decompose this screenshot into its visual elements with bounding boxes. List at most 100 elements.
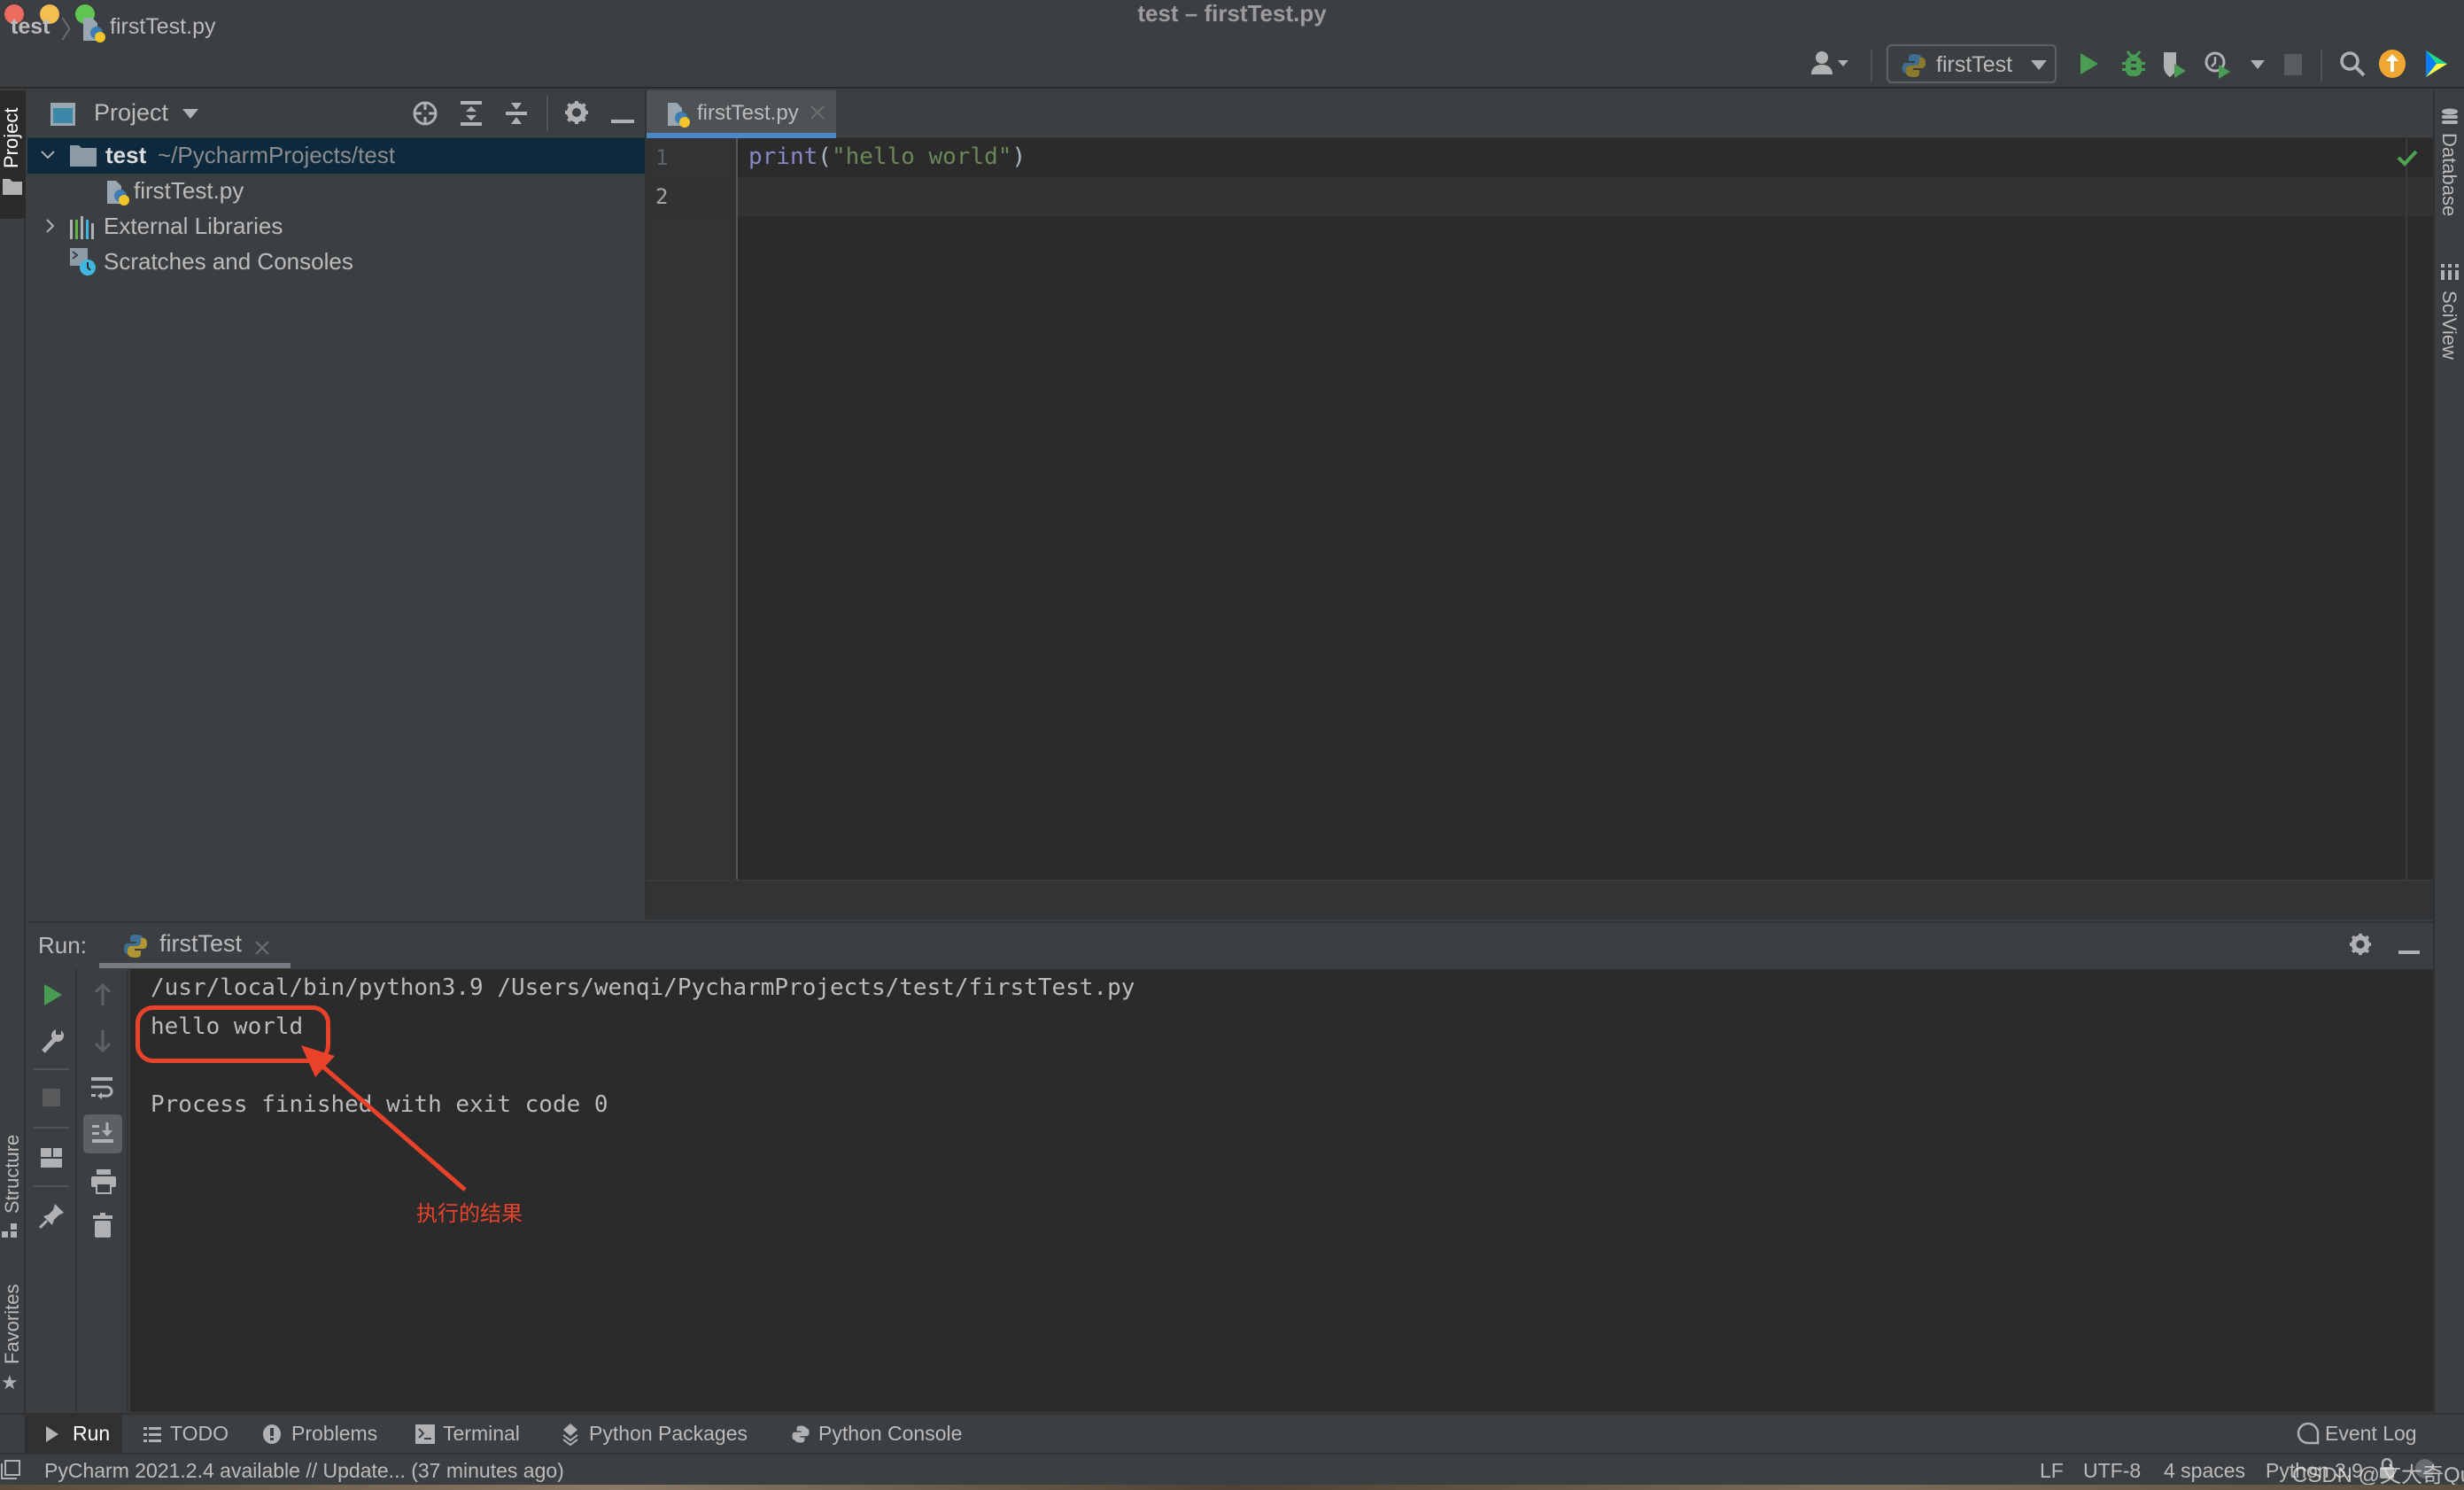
desktop-background bbox=[0, 1485, 2464, 1490]
user-icon[interactable] bbox=[1809, 50, 1854, 81]
python-icon bbox=[1901, 52, 1927, 83]
print-icon[interactable] bbox=[91, 1169, 116, 1199]
arrow-down-icon[interactable] bbox=[93, 1029, 112, 1057]
inspection-ok-icon[interactable] bbox=[2397, 149, 2418, 171]
run-panel-label: Run: bbox=[38, 932, 87, 958]
python-icon bbox=[122, 932, 149, 965]
indent-setting[interactable]: 4 spaces bbox=[2164, 1459, 2245, 1483]
python-file-icon bbox=[105, 179, 130, 210]
code-builtin: print bbox=[748, 144, 818, 170]
bottom-tab-run[interactable]: Run bbox=[73, 1422, 110, 1446]
code-paren: ( bbox=[817, 144, 832, 170]
editor-tab[interactable]: firstTest.py bbox=[647, 90, 836, 138]
profile-icon[interactable] bbox=[2204, 50, 2234, 84]
chevron-right-icon[interactable] bbox=[45, 218, 56, 238]
bottom-tab-terminal[interactable]: Terminal bbox=[443, 1422, 520, 1446]
status-message[interactable]: PyCharm 2021.2.4 available // Update... … bbox=[44, 1459, 564, 1483]
minimize-icon[interactable] bbox=[2398, 943, 2420, 958]
annotation-label: 执行的结果 bbox=[416, 1201, 523, 1226]
tree-item-label: External Libraries bbox=[104, 213, 283, 239]
header-separator bbox=[546, 96, 548, 131]
arrow-up-icon[interactable] bbox=[93, 982, 112, 1011]
line-number: 1 bbox=[655, 145, 669, 170]
console-line: /usr/local/bin/python3.9 /Users/wenqi/Py… bbox=[151, 974, 1135, 1001]
project-tool-label[interactable]: Project bbox=[0, 108, 23, 168]
gutter-divider bbox=[736, 138, 738, 880]
project-view-icon bbox=[50, 103, 75, 130]
scroll-to-end-button[interactable] bbox=[83, 1114, 122, 1153]
favorites-tool-label[interactable]: Favorites bbox=[1, 1284, 24, 1364]
library-icon bbox=[70, 216, 97, 244]
gear-icon[interactable] bbox=[564, 100, 589, 129]
locate-icon[interactable] bbox=[412, 100, 438, 131]
toolbar-divider bbox=[34, 1185, 69, 1187]
project-panel-title[interactable]: Project bbox=[94, 99, 168, 127]
coverage-icon[interactable] bbox=[2161, 50, 2188, 84]
tree-item-label: test bbox=[105, 142, 147, 168]
tree-item-path: ~/PycharmProjects/test bbox=[158, 142, 396, 168]
editor-gutter bbox=[647, 138, 737, 880]
toolbar-divider bbox=[34, 1068, 69, 1070]
left-tool-strip bbox=[0, 90, 26, 1486]
tree-item-label: Scratches and Consoles bbox=[104, 248, 353, 275]
editor-bottom-area bbox=[647, 880, 2433, 920]
python-file-icon bbox=[81, 16, 106, 47]
python-file-icon bbox=[666, 101, 691, 132]
tree-item-external-libraries[interactable]: External Libraries bbox=[27, 209, 645, 244]
stop-icon[interactable] bbox=[2283, 53, 2303, 81]
gear-icon[interactable] bbox=[2349, 933, 2372, 960]
sciview-tool-label[interactable]: SciView bbox=[2437, 291, 2460, 360]
stop-icon[interactable] bbox=[43, 1089, 60, 1111]
breadcrumb-project[interactable]: test bbox=[11, 14, 50, 40]
file-encoding[interactable]: UTF-8 bbox=[2083, 1459, 2141, 1483]
line-number: 2 bbox=[655, 184, 669, 209]
chevron-down-icon bbox=[2030, 58, 2048, 75]
tree-item-scratches[interactable]: Scratches and Consoles bbox=[27, 244, 645, 280]
update-icon[interactable] bbox=[2378, 49, 2406, 83]
close-icon[interactable] bbox=[810, 105, 825, 124]
structure-icon bbox=[2, 1222, 18, 1243]
rerun-icon[interactable] bbox=[43, 983, 63, 1011]
bottom-tab-todo[interactable]: TODO bbox=[170, 1422, 229, 1446]
toolbar-separator bbox=[2321, 50, 2322, 81]
pin-icon[interactable] bbox=[38, 1202, 66, 1233]
right-tool-strip bbox=[2433, 90, 2464, 1415]
wrench-icon[interactable] bbox=[40, 1028, 65, 1059]
bottom-tab-python-console[interactable]: Python Console bbox=[818, 1422, 962, 1446]
chevron-down-icon[interactable] bbox=[40, 149, 56, 165]
toggle-tool-windows-icon[interactable] bbox=[1, 1460, 20, 1484]
chevron-down-icon[interactable] bbox=[2250, 58, 2266, 74]
chevron-down-icon[interactable] bbox=[182, 108, 199, 125]
bottom-tab-python-packages[interactable]: Python Packages bbox=[589, 1422, 748, 1446]
breadcrumb-file[interactable]: firstTest.py bbox=[110, 14, 215, 40]
database-tool-label[interactable]: Database bbox=[2437, 133, 2460, 216]
code-line[interactable]: print("hello world") bbox=[748, 144, 1026, 170]
search-icon[interactable] bbox=[2338, 50, 2367, 82]
bottom-tab-problems[interactable]: Problems bbox=[291, 1422, 377, 1446]
collapse-all-icon[interactable] bbox=[505, 100, 528, 131]
run-icon[interactable] bbox=[2079, 51, 2100, 81]
run-configuration-dropdown[interactable]: firstTest bbox=[1887, 44, 2057, 83]
folder-icon bbox=[3, 179, 22, 199]
problems-icon bbox=[263, 1424, 281, 1448]
code-editor[interactable] bbox=[738, 138, 2433, 880]
close-icon[interactable] bbox=[255, 941, 269, 959]
structure-tool-label[interactable]: Structure bbox=[1, 1135, 24, 1214]
tree-item-project-root[interactable]: test ~/PycharmProjects/test bbox=[27, 138, 645, 174]
current-line-highlight bbox=[647, 177, 2433, 216]
event-log-button[interactable]: Event Log bbox=[2325, 1422, 2417, 1446]
watermark: CSDN @文大奇Quiin bbox=[2292, 1463, 2464, 1487]
debug-icon[interactable] bbox=[2120, 50, 2147, 82]
line-separator[interactable]: LF bbox=[2040, 1459, 2064, 1483]
right-margin-guide bbox=[2406, 138, 2407, 880]
expand-all-icon[interactable] bbox=[460, 100, 483, 131]
toolbox-icon[interactable] bbox=[2422, 49, 2449, 83]
soft-wrap-icon[interactable] bbox=[91, 1077, 114, 1105]
layout-icon[interactable] bbox=[41, 1148, 62, 1172]
tree-item-file[interactable]: firstTest.py bbox=[27, 174, 645, 209]
folder-icon bbox=[70, 145, 97, 171]
trash-icon[interactable] bbox=[93, 1213, 112, 1242]
editor-tab-label: firstTest.py bbox=[697, 101, 799, 125]
minimize-icon[interactable] bbox=[611, 112, 634, 128]
run-tab[interactable]: firstTest bbox=[122, 930, 299, 966]
